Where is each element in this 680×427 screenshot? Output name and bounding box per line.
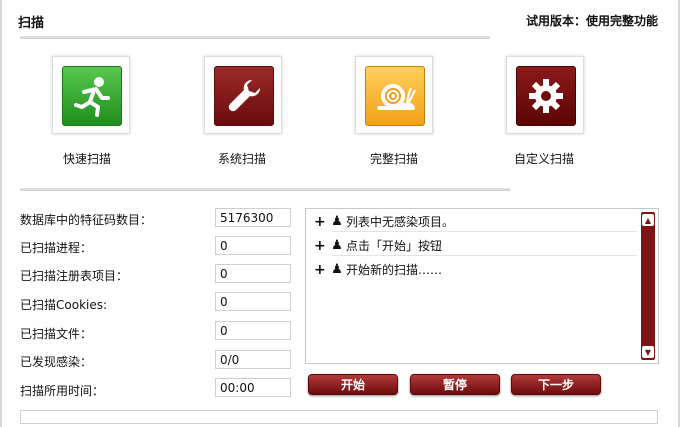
scroll-up-icon[interactable]: ▲ [642,214,654,226]
log-item[interactable]: + ♟ 点击「开始」按钮 [314,237,442,254]
expand-icon[interactable]: + [314,262,328,278]
quick-scan-button[interactable] [52,56,130,134]
scroll-down-icon[interactable]: ▼ [642,346,654,358]
log-item-text: 点击「开始」按钮 [346,239,443,253]
spy-icon: ♟ [331,238,343,253]
log-item-text: 开始新的扫描…… [346,263,443,277]
scan-log-panel[interactable]: + ♟ 列表中无感染项目。 + ♟ 点击「开始」按钮 + ♟ 开始新的扫描…… … [305,208,659,364]
infections-found-value: 0/0 [215,350,291,369]
registry-scanned-label: 已扫描注册表项目： [20,269,129,283]
scan-time-label: 扫描所用时间： [20,384,105,398]
running-man-icon [62,66,122,126]
files-scanned-label: 已扫描文件： [20,327,93,341]
full-scan-button[interactable] [355,56,433,134]
system-scan-label: 系统扫描 [217,152,266,166]
expand-icon[interactable]: + [314,238,328,254]
expand-icon[interactable]: + [314,214,328,230]
custom-scan-label: 自定义扫描 [513,152,574,166]
scan-progress-bar [20,410,658,424]
snail-icon [365,66,425,126]
files-scanned-value: 0 [215,321,291,340]
signature-count-label: 数据库中的特征码数目： [20,213,153,227]
signature-count-value: 5176300 [215,208,291,227]
cookies-scanned-value: 0 [215,292,291,311]
quick-scan-label: 快速扫描 [62,152,111,166]
custom-scan-button[interactable] [506,56,584,134]
processes-scanned-value: 0 [215,236,291,255]
trial-edition-link[interactable]: 试用版本：使用完整功能 [526,12,658,29]
page-title: 扫描 [18,16,45,31]
infections-found-label: 已发现感染： [20,355,93,369]
registry-scanned-value: 0 [215,264,291,283]
log-item[interactable]: + ♟ 列表中无感染项目。 [314,213,454,230]
scan-time-value: 00:00 [215,378,291,397]
log-item[interactable]: + ♟ 开始新的扫描…… [314,261,442,278]
log-item-text: 列表中无感染项目。 [346,215,455,229]
start-button[interactable]: 开始 [308,374,398,395]
cookies-scanned-label: 已扫描Cookies: [20,298,108,312]
full-scan-label: 完整扫描 [369,152,418,166]
gear-icon [516,66,576,126]
log-separator [332,231,637,232]
spy-icon: ♟ [331,262,343,277]
log-separator [332,255,637,256]
section-divider [20,188,510,191]
next-button[interactable]: 下一步 [511,374,601,395]
header-divider [20,36,490,39]
spy-icon: ♟ [331,214,343,229]
wrench-icon [214,66,274,126]
log-scrollbar[interactable]: ▲ ▼ [641,212,655,360]
system-scan-button[interactable] [204,56,282,134]
pause-button[interactable]: 暂停 [410,374,500,395]
processes-scanned-label: 已扫描进程： [20,241,93,255]
window-left-border [0,0,2,427]
